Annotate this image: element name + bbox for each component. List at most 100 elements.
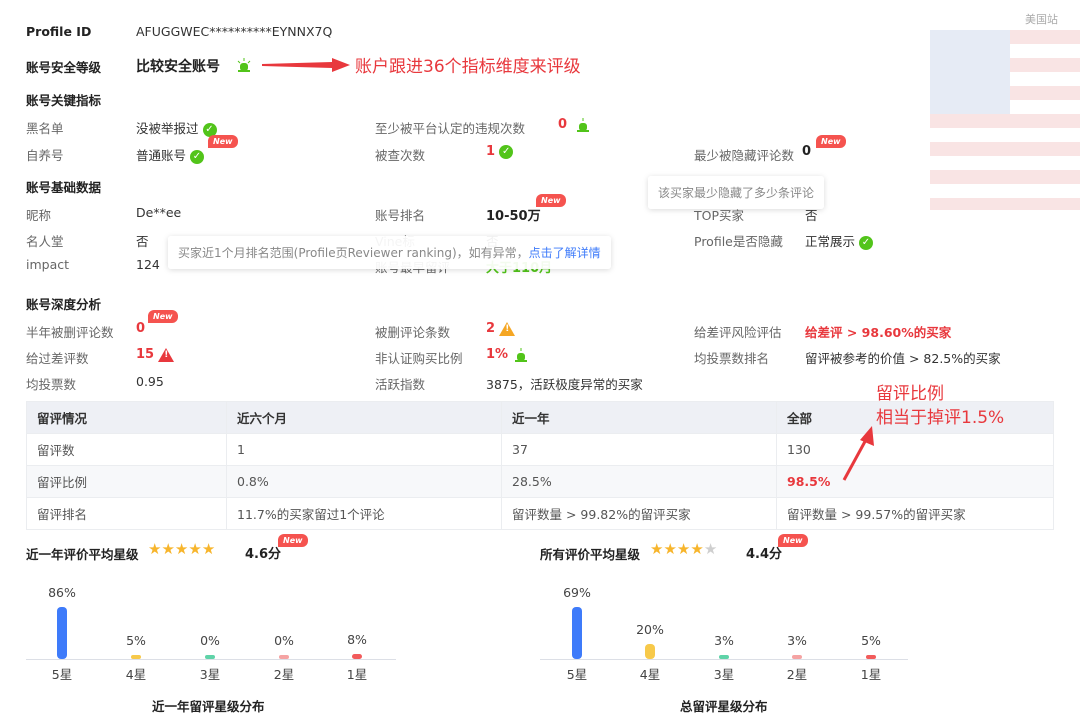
check-icon: ✓ [499,144,514,159]
alarm-icon [577,118,589,132]
chart-tick-label: 1星 [860,667,882,682]
unverified-value: 1% [486,347,509,362]
checked-count-value: 1 ✓ [486,144,514,159]
chart-bar [866,655,876,659]
star-icon: ★ [148,540,162,558]
chart-tick-label: 2星 [273,667,295,682]
unverified-label: 非认证购买比例 [375,351,463,366]
basic-data-title: 账号基础数据 [26,180,102,195]
profile-id-label: Profile ID [26,24,92,39]
rank-label: 账号排名 [375,208,426,223]
activity-value: 3875，活跃极度异常的买家 [486,377,643,392]
deleted-count-value: 2 ! [486,321,516,336]
chart-tick-label: 4星 [639,667,661,682]
annotation-arrow [842,426,874,481]
all-rating-score: 4.4分 [746,547,783,562]
chart-axis [26,659,396,660]
negative-reviews-label: 给过差评数 [26,351,89,366]
avg-votes-value: 0.95 [136,374,164,389]
hidden-reviews-label: 最少被隐藏评论数 [694,148,795,163]
negative-reviews-value: 15 ! [136,347,175,362]
details-link[interactable]: 点击了解详情 [529,246,601,260]
security-level-label: 账号安全等级 [26,60,102,75]
year-rating-title: 近一年评价平均星级 [26,547,139,562]
new-badge: New [278,534,308,547]
rank-value: 10-50万 [486,209,541,224]
chart-data-label: 0% [274,633,294,648]
chart-tick-label: 2星 [786,667,808,682]
profile-id-value: AFUGGWEC**********EYNNX7Q [136,24,333,39]
star-icon: ★ [188,540,202,558]
table-cell: 98.5% [776,465,1054,498]
chart-data-label: 5% [126,633,146,648]
new-badge: New [148,310,178,323]
check-icon: ✓ [190,149,204,164]
chart-bar [205,655,215,659]
impact-value: 124 [136,257,160,272]
new-badge: New [536,194,566,207]
impact-label: impact [26,257,70,272]
risk-label: 给差评风险评估 [694,325,782,340]
chart-bar [352,654,362,659]
top-buyer-label: TOP买家 [694,208,745,223]
chart-title: 近一年留评星级分布 [152,699,265,714]
annotation-ratio: 留评比例 相当于掉评1.5% [876,384,1005,428]
violations-value: 0 [558,117,568,132]
profile-hidden-label: Profile是否隐藏 [694,234,783,249]
new-badge: New [816,135,846,148]
us-flag-watermark [930,30,1080,210]
chart-bar [572,607,582,659]
table-cell: 留评数量 > 99.82%的留评买家 [501,497,777,530]
new-badge: New [208,135,238,148]
chart-data-label: 86% [48,585,76,600]
blacklist-value: 没被举报过 ✓ [136,118,217,137]
warning-icon: ! [499,321,516,336]
table-cell: 留评排名 [26,497,227,530]
star-icon: ★ [174,540,189,558]
star-rating-year: ★★★★★ [148,542,215,557]
chart-title: 总留评星级分布 [680,699,768,714]
alarm-icon [237,58,251,72]
chart-tick-label: 4星 [125,667,147,682]
site-label: 美国站 [1025,13,1058,26]
table-cell: 留评数 [26,433,227,466]
table-cell: 130 [776,433,1054,466]
violations-label: 至少被平台认定的违规次数 [375,121,526,136]
chart-bar [645,644,655,659]
annotation-arrow [262,58,350,72]
table-cell: 留评数量 > 99.57%的留评买家 [776,497,1054,530]
star-icon: ★ [161,540,175,558]
table-header: 近六个月 [226,401,502,434]
table-row: 留评比例 0.8% 28.5% 98.5% [26,465,1054,498]
chart-bar [279,655,289,659]
chart-data-label: 8% [347,632,367,647]
checked-count-label: 被查次数 [375,148,426,163]
table-row: 留评排名 11.7%的买家留过1个评论 留评数量 > 99.82%的留评买家 留… [26,497,1054,530]
key-metrics-title: 账号关键指标 [26,93,102,108]
risk-value: 给差评 > 98.60%的买家 [805,325,952,340]
nickname-value: De**ee [136,205,182,220]
chart-bar [131,655,141,659]
rank-tooltip: 买家近1个月排名范围(Profile页Reviewer ranking)，如有异… [168,236,611,269]
deleted-half-year-value: 0 [136,321,146,336]
warning-icon: ! [158,347,175,362]
activity-label: 活跃指数 [375,377,426,392]
deep-analysis-title: 账号深度分析 [26,297,102,312]
self-raised-value: 普通账号 ✓ [136,145,204,164]
check-icon: ✓ [859,235,873,250]
chart-data-label: 69% [563,585,591,600]
chart-data-label: 20% [636,622,664,637]
deleted-count-label: 被删评论条数 [375,325,451,340]
star-icon: ★ [676,540,691,558]
chart-tick-label: 3星 [199,667,221,682]
year-rating-score: 4.6分 [245,547,282,562]
security-level-value: 比较安全账号 [136,59,220,75]
table-header: 留评情况 [26,401,227,434]
star-icon: ★ [690,540,704,558]
self-raised-label: 自养号 [26,148,64,163]
chart-data-label: 3% [714,633,734,648]
table-header: 近一年 [501,401,777,434]
table-cell: 1 [226,433,502,466]
alarm-icon [515,348,527,362]
chart-tick-label: 5星 [566,667,588,682]
